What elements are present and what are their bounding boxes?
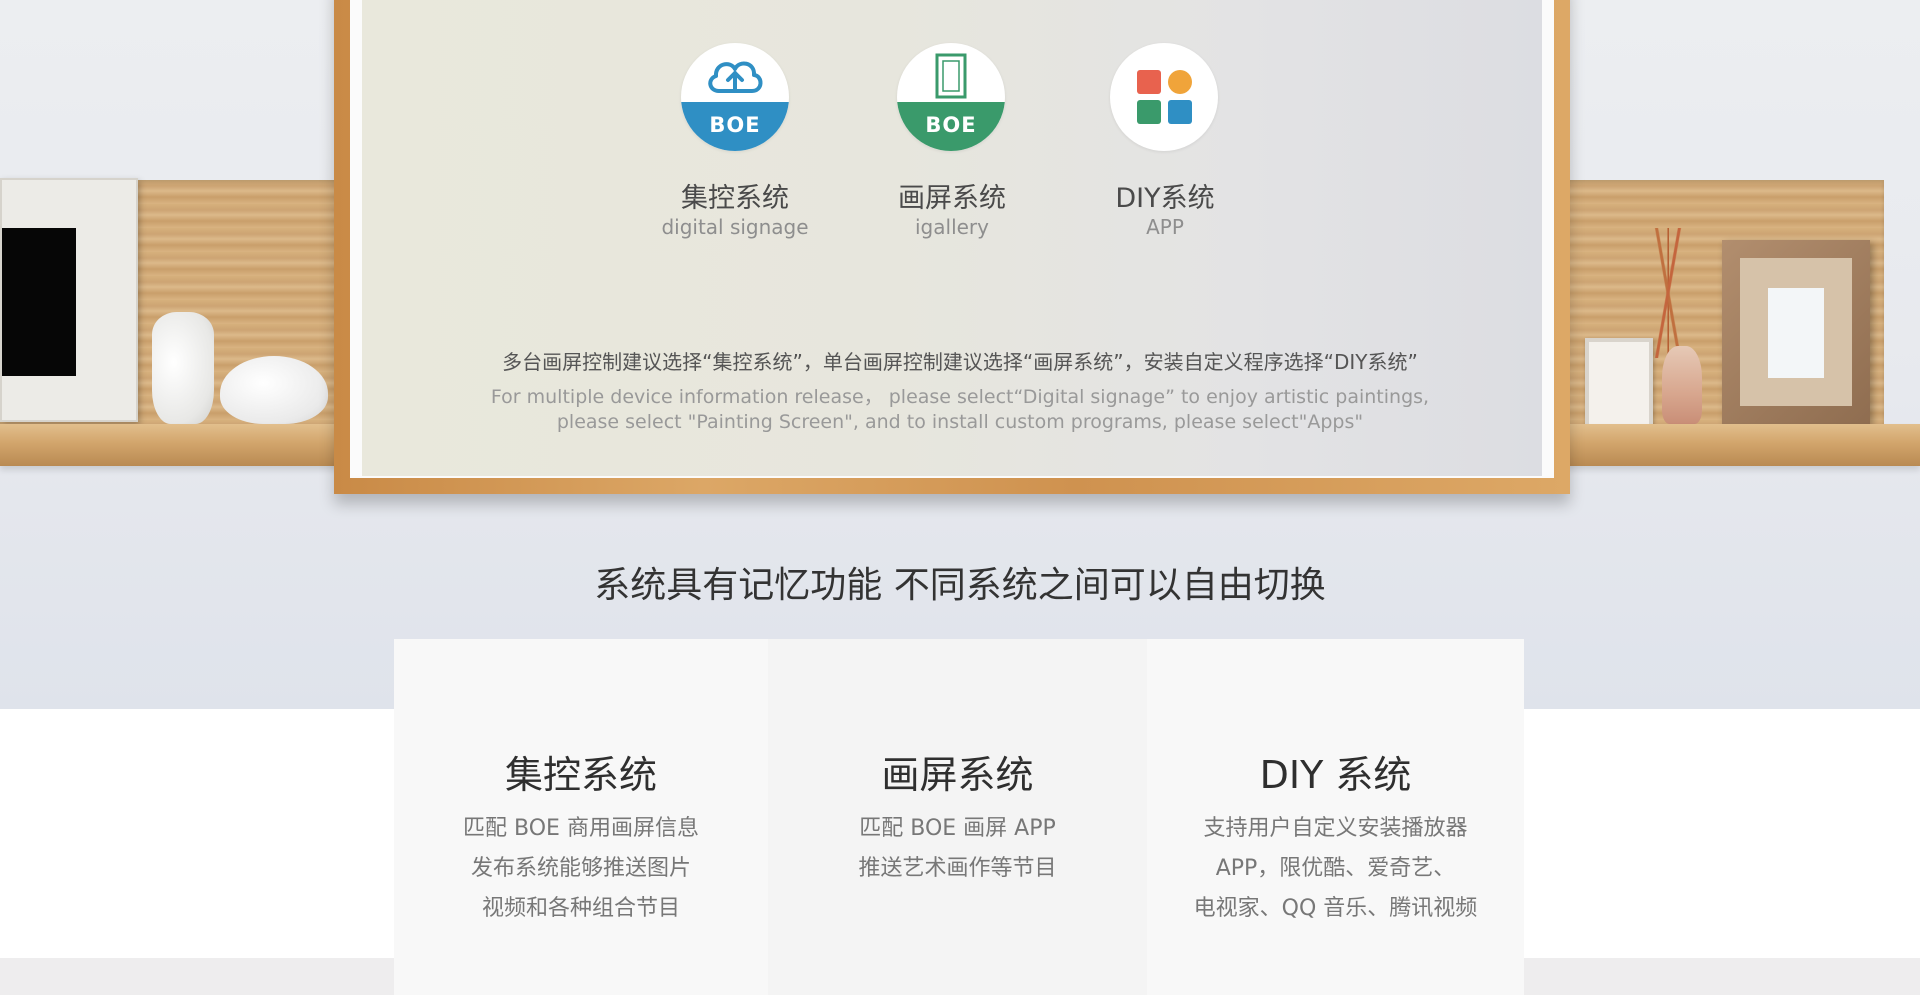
decor-vase [152,312,214,424]
recommendation-note-en-line2: please select "Painting Screen", and to … [556,411,1364,433]
card-description: 匹配 BOE 商用画屏信息 发布系统能够推送图片 视频和各种组合节目 [394,809,768,929]
decor-diffuser [1662,346,1702,424]
card-description: 支持用户自定义安装播放器 APP，限优酷、爱奇艺、 电视家、QQ 音乐、腾讯视频 [1147,809,1524,929]
card-description-line: 电视家、QQ 音乐、腾讯视频 [1193,896,1478,921]
recommendation-note-en-line1: For multiple device information release，… [490,386,1430,408]
digital-signage-icon[interactable]: BOE [681,43,789,151]
card-title: 集控系统 [504,753,657,797]
decor-reed-sticks [1628,228,1708,358]
diy-app-icon[interactable] [1110,43,1218,151]
frame-icon [935,53,967,99]
app-grid-icon [1137,70,1192,124]
card-digital-signage: 集控系统 匹配 BOE 商用画屏信息 发布系统能够推送图片 视频和各种组合节目 [394,639,768,995]
card-description-line: 推送艺术画作等节目 [858,856,1057,881]
igallery-icon[interactable]: BOE [897,43,1005,151]
system-subtitle: APP [1146,215,1184,239]
card-title: DIY 系统 [1259,753,1412,797]
decor-jar [220,356,328,424]
card-diy: DIY 系统 支持用户自定义安装播放器 APP，限优酷、爱奇艺、 电视家、QQ … [1147,639,1524,995]
system-subtitle: igallery [915,215,989,239]
card-description-line: 支持用户自定义安装播放器 [1203,816,1468,841]
system-title: 集控系统 [681,183,789,214]
decor-frame-right-picture [1768,288,1824,378]
shelf-board-left [0,424,345,466]
boe-logo: BOE [925,113,977,137]
decor-frame-left-picture [2,228,76,376]
boe-logo: BOE [709,113,761,137]
system-subtitle: digital signage [661,215,809,239]
shelf-board-right [1565,424,1920,466]
card-description-line: 匹配 BOE 画屏 APP [859,816,1056,841]
card-description-line: 发布系统能够推送图片 [470,856,691,881]
cloud-upload-icon [708,61,763,93]
card-description-line: 匹配 BOE 商用画屏信息 [463,816,699,841]
card-description-line: 视频和各种组合节目 [481,896,680,921]
card-description: 匹配 BOE 画屏 APP 推送艺术画作等节目 [768,809,1147,889]
decor-frame-left [0,178,138,422]
card-igallery: 画屏系统 匹配 BOE 画屏 APP 推送艺术画作等节目 [768,639,1147,995]
decor-frame-right [1722,240,1870,424]
card-title: 画屏系统 [881,753,1034,797]
memory-switch-headline: 系统具有记忆功能 不同系统之间可以自由切换 [594,565,1326,606]
recommendation-note-zh: 多台画屏控制建议选择“集控系统”，单台画屏控制建议选择“画屏系统”，安装自定义程… [502,350,1418,374]
system-title: 画屏系统 [898,183,1006,214]
system-title: DIY系统 [1115,183,1215,214]
card-description-line: APP，限优酷、爱奇艺、 [1215,856,1456,881]
